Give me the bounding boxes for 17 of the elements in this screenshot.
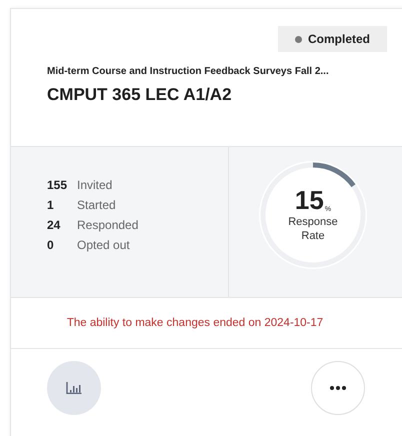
stat-value: 1 — [47, 198, 55, 212]
more-button[interactable] — [311, 361, 365, 415]
stat-label: Started — [77, 198, 116, 212]
stat-value: 24 — [47, 218, 62, 232]
more-icon — [330, 386, 346, 390]
stat-label: Responded — [77, 218, 138, 232]
course-title: CMPUT 365 LEC A1/A2 — [47, 85, 233, 105]
rate-number: 15 — [294, 186, 324, 213]
rate-label: Response Rate — [287, 214, 339, 244]
stat-label: Opted out — [77, 238, 130, 252]
survey-name: Mid-term Course and Instruction Feedback Surveys Fall 2... — [47, 66, 330, 77]
stat-value: 155 — [47, 178, 68, 192]
stat-value: 0 — [47, 238, 55, 252]
stat-label: Invited — [77, 178, 112, 192]
notice-text: The ability to make changes ended on 2024-10-17 — [11, 298, 402, 349]
status-badge: Completed — [278, 26, 387, 52]
bar-chart-icon — [66, 382, 82, 394]
